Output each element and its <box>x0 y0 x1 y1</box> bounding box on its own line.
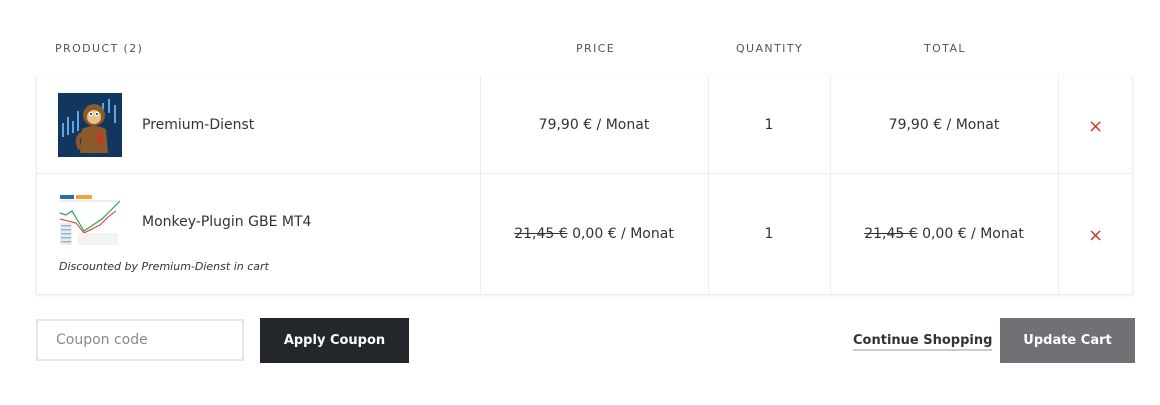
product-total: 79,90 € / Monat <box>888 117 1000 133</box>
column-divider <box>480 76 481 294</box>
column-divider <box>708 76 709 294</box>
product-name-monkey-plugin[interactable]: Monkey-Plugin GBE MT4 <box>142 214 311 230</box>
original-total: 21,45 € <box>864 226 918 242</box>
product-price: 21,45 € 0,00 € / Monat <box>480 226 708 242</box>
remove-item-button[interactable]: × <box>1088 227 1103 245</box>
product-thumbnail-premium[interactable] <box>58 93 122 157</box>
discount-note-prefix: Discounted by <box>59 260 139 273</box>
discount-note: Discounted by Premium-Dienst in cart <box>59 260 269 273</box>
column-divider <box>830 76 831 294</box>
product-total: 21,45 € 0,00 € / Monat <box>830 226 1058 242</box>
discounted-price: 0,00 € / Monat <box>572 226 674 242</box>
coupon-code-input[interactable] <box>36 319 244 361</box>
column-header-product: PRODUCT (2) <box>55 42 144 55</box>
remove-item-button[interactable]: × <box>1088 118 1103 136</box>
discount-note-suffix: in cart <box>233 260 269 273</box>
product-name-premium[interactable]: Premium-Dienst <box>142 117 254 133</box>
discounted-total: 0,00 € / Monat <box>922 226 1024 242</box>
product-thumbnail-monkey-plugin[interactable] <box>58 193 122 249</box>
apply-coupon-button[interactable]: Apply Coupon <box>260 318 409 363</box>
column-header-price: PRICE <box>576 42 616 55</box>
discount-note-link[interactable]: Premium-Dienst <box>142 260 231 273</box>
product-price: 79,90 € / Monat <box>538 117 650 133</box>
column-header-quantity: QUANTITY <box>736 42 804 55</box>
continue-shopping-link[interactable]: Continue Shopping <box>853 333 993 351</box>
cart-table: Premium-Dienst 79,90 € / Monat 1 79,90 €… <box>36 76 1133 295</box>
update-cart-button[interactable]: Update Cart <box>1000 318 1135 363</box>
column-header-total: TOTAL <box>924 42 966 55</box>
product-quantity[interactable]: 1 <box>708 226 830 242</box>
original-price: 21,45 € <box>514 226 568 242</box>
row-divider <box>37 173 1132 174</box>
column-divider <box>1058 76 1059 294</box>
product-quantity[interactable]: 1 <box>708 117 830 133</box>
